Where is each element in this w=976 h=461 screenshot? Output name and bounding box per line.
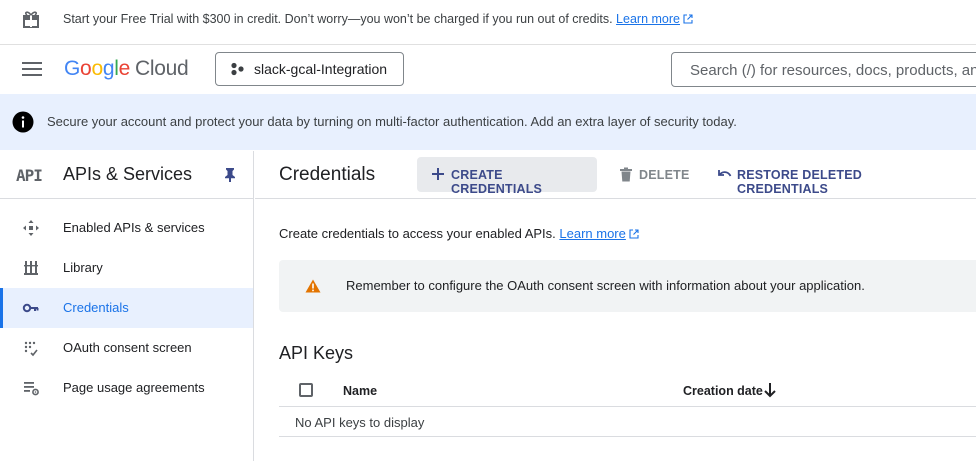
sidebar-item-label: Library bbox=[63, 260, 103, 275]
sidebar-item-label: Page usage agreements bbox=[63, 380, 205, 395]
delete-label: DELETE bbox=[639, 168, 690, 182]
column-header-creation-date[interactable]: Creation date bbox=[683, 384, 763, 398]
logo-cloud-text: Cloud bbox=[134, 57, 189, 80]
table-empty-row: No API keys to display bbox=[279, 407, 976, 437]
page-toolbar: Credentials CREATE CREDENTIALS DELETE RE… bbox=[255, 151, 976, 199]
logo-letter: o bbox=[80, 57, 92, 80]
restore-deleted-credentials-button[interactable]: RESTORE DELETED CREDENTIALS bbox=[711, 157, 947, 196]
sidebar-item-label: OAuth consent screen bbox=[63, 340, 192, 355]
empty-message: No API keys to display bbox=[295, 415, 425, 430]
top-header: Google Cloud slack-gcal-Integration bbox=[0, 45, 976, 93]
project-dots-icon bbox=[231, 62, 244, 76]
logo-letter: e bbox=[118, 57, 131, 80]
google-cloud-logo[interactable]: Google Cloud bbox=[64, 57, 189, 81]
intro-link-label: Learn more bbox=[559, 226, 626, 241]
project-picker-button[interactable]: slack-gcal-Integration bbox=[215, 52, 404, 86]
sidebar-item-page-usage[interactable]: Page usage agreements bbox=[0, 368, 253, 408]
mfa-banner-text: Secure your account and protect your dat… bbox=[47, 114, 737, 129]
warning-text: Remember to configure the OAuth consent … bbox=[346, 278, 865, 293]
logo-letter: o bbox=[91, 57, 103, 80]
sidebar-nav: Enabled APIs & services Library Credenti… bbox=[0, 208, 253, 408]
logo-letter: g bbox=[102, 57, 115, 80]
sidebar-item-enabled-apis[interactable]: Enabled APIs & services bbox=[0, 208, 253, 248]
credentials-intro: Create credentials to access your enable… bbox=[279, 226, 639, 241]
external-link-icon bbox=[629, 229, 639, 239]
logo-letter: G bbox=[64, 57, 81, 80]
warning-icon bbox=[305, 279, 321, 293]
sidebar-item-label: Enabled APIs & services bbox=[63, 220, 205, 235]
sidebar-title: APIs & Services bbox=[63, 164, 193, 184]
page-usage-icon bbox=[24, 382, 39, 396]
delete-button[interactable]: DELETE bbox=[611, 157, 691, 192]
trial-learn-more-link[interactable]: Learn more bbox=[616, 12, 693, 26]
sort-arrow-down-icon[interactable] bbox=[763, 382, 777, 398]
search-input[interactable] bbox=[688, 61, 976, 80]
sidebar-item-oauth-consent[interactable]: OAuth consent screen bbox=[0, 328, 253, 368]
restore-label: RESTORE DELETED CREDENTIALS bbox=[737, 168, 863, 196]
page-title: Credentials bbox=[279, 164, 376, 185]
library-icon bbox=[24, 261, 38, 275]
search-box[interactable] bbox=[671, 52, 976, 87]
project-name: slack-gcal-Integration bbox=[254, 61, 388, 77]
sidebar-header: API APIs & Services bbox=[0, 151, 254, 199]
sidebar-item-label: Credentials bbox=[63, 300, 129, 315]
sidebar-item-library[interactable]: Library bbox=[0, 248, 253, 288]
sidebar-item-credentials[interactable]: Credentials bbox=[0, 288, 253, 328]
api-icon: API bbox=[16, 166, 43, 185]
gift-icon bbox=[23, 11, 39, 28]
intro-text: Create credentials to access your enable… bbox=[279, 226, 556, 241]
pin-icon[interactable] bbox=[222, 166, 238, 182]
trial-text: Start your Free Trial with $300 in credi… bbox=[63, 12, 613, 26]
plus-icon bbox=[432, 168, 444, 180]
oauth-warning-banner: Remember to configure the OAuth consent … bbox=[279, 260, 976, 312]
enabled-apis-icon bbox=[23, 220, 39, 236]
create-credentials-label: CREATE CREDENTIALS bbox=[451, 168, 543, 196]
main-menu-icon[interactable] bbox=[22, 62, 42, 76]
table-header: Name Creation date bbox=[279, 377, 976, 407]
sidebar: API APIs & Services Enabled APIs & servi… bbox=[0, 151, 254, 461]
trash-icon bbox=[620, 167, 632, 182]
info-icon bbox=[12, 111, 34, 133]
api-keys-heading: API Keys bbox=[279, 343, 354, 363]
key-icon bbox=[22, 303, 39, 313]
undo-icon bbox=[718, 170, 732, 177]
trial-banner: Start your Free Trial with $300 in credi… bbox=[0, 0, 976, 45]
column-header-name[interactable]: Name bbox=[343, 384, 377, 398]
create-credentials-button[interactable]: CREATE CREDENTIALS bbox=[417, 157, 597, 196]
credentials-learn-more-link[interactable]: Learn more bbox=[559, 226, 639, 241]
api-keys-table: Name Creation date No API keys to displa… bbox=[279, 377, 976, 437]
oauth-consent-icon bbox=[24, 341, 38, 357]
select-all-checkbox[interactable] bbox=[299, 383, 313, 397]
main-content: Credentials CREATE CREDENTIALS DELETE RE… bbox=[255, 151, 976, 461]
trial-learn-more-label: Learn more bbox=[616, 12, 680, 26]
trial-banner-text: Start your Free Trial with $300 in credi… bbox=[63, 12, 693, 26]
external-link-icon bbox=[683, 14, 693, 24]
mfa-banner: Secure your account and protect your dat… bbox=[0, 94, 976, 150]
